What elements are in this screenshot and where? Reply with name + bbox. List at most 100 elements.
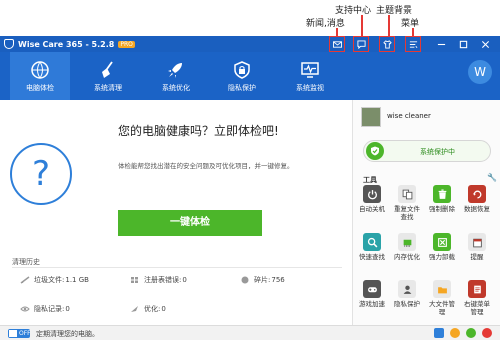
tool-label: 内存优化 (394, 253, 420, 261)
schedule-toggle[interactable]: OFF (8, 329, 31, 338)
reminder-icon (468, 233, 486, 251)
shield-check-icon (366, 142, 384, 160)
protection-label: 系统保护中 (420, 148, 455, 156)
nav-tab-privacy[interactable]: 隐私保护 (212, 52, 272, 100)
chat-icon (356, 39, 366, 49)
minimize-icon (437, 43, 445, 45)
close-icon (481, 40, 489, 48)
stat-label: 隐私记录: (34, 305, 65, 313)
tool-duplicate-finder[interactable]: 重复文件 查找 (390, 185, 424, 221)
nav-tab-label: 电脑体检 (26, 84, 54, 92)
tool-reminder[interactable]: 提醒 (460, 233, 494, 261)
stat-junk-files: 垃圾文件: 1.1 GB (20, 275, 89, 285)
wechat-icon[interactable] (466, 328, 476, 338)
tool-large-file-manager[interactable]: 大文件管 理 (425, 280, 459, 316)
one-click-scan-button[interactable]: 一键体检 (118, 210, 262, 236)
nav-tab-label: 系统监视 (296, 84, 324, 92)
account-avatar[interactable]: W (468, 60, 492, 84)
stat-fragments: 碎片: 756 (240, 275, 285, 285)
stat-label: 碎片: (254, 276, 271, 284)
maximize-icon (459, 40, 467, 48)
tool-label: 游戏加速 (359, 300, 385, 308)
tool-label: 自动关机 (359, 205, 385, 213)
rocket-icon (168, 63, 182, 78)
tool-label: 数据恢复 (464, 205, 490, 213)
pro-badge: PRO (118, 40, 135, 48)
theme-button[interactable] (379, 36, 395, 52)
nav-tab-label: 系统清理 (94, 84, 122, 92)
junk-icon (20, 276, 30, 284)
weibo-icon[interactable] (482, 328, 492, 338)
tool-memory-optimize[interactable]: 内存优化 (390, 233, 424, 261)
tool-game-boost[interactable]: 游戏加速 (355, 280, 389, 308)
mail-icon (332, 40, 342, 48)
nav-tab-checkup[interactable]: 电脑体检 (10, 52, 70, 100)
stat-label: 注册表错误: (144, 276, 182, 284)
uninstall-icon (433, 233, 451, 251)
fragment-icon (241, 276, 249, 284)
shirt-icon (382, 39, 392, 49)
nav-tab-cleaner[interactable]: 系统清理 (78, 52, 138, 100)
trash-icon (433, 185, 451, 203)
globe-check-icon (31, 61, 49, 79)
stat-label: 优化: (144, 305, 161, 313)
support-button[interactable] (353, 36, 369, 52)
chat-bubble-icon[interactable] (434, 328, 444, 338)
menu-button[interactable] (405, 36, 421, 52)
stat-privacy-records: 隐私记录: 0 (20, 304, 70, 314)
registry-icon (131, 277, 138, 283)
tool-data-recovery[interactable]: 数据恢复 (460, 185, 494, 213)
large-file-icon (433, 280, 451, 298)
user-name: wise cleaner (387, 112, 431, 120)
protection-status[interactable]: 系统保护中 (363, 140, 491, 162)
menu-icon (409, 40, 417, 48)
annotation-leader-theme (388, 15, 390, 37)
data-recovery-icon (468, 185, 486, 203)
question-mark-icon: ? (10, 143, 72, 205)
tools-title: 工具 (363, 176, 377, 184)
checkup-panel: ? 您的电脑健康吗？立即体检吧! 体检能帮您找出潜在的安全问题及可优化项目，并一… (0, 100, 352, 325)
tool-label: 大文件管 理 (429, 300, 455, 316)
eye-icon (20, 306, 30, 312)
tool-label: 重复文件 查找 (394, 205, 420, 221)
schedule-text: 定期清理您的电脑。 (36, 330, 99, 338)
nav-tab-monitor[interactable]: 系统监视 (280, 52, 340, 100)
tool-force-uninstall[interactable]: 强力卸载 (425, 233, 459, 261)
history-divider (12, 267, 342, 268)
history-title: 清理历史 (12, 258, 40, 266)
tool-force-delete[interactable]: 强制删除 (425, 185, 459, 213)
annotation-news-label: 新闻,消息 (306, 19, 345, 29)
maximize-button[interactable] (456, 37, 470, 51)
broom-icon (102, 61, 113, 78)
stat-registry-errors: 注册表错误: 0 (130, 275, 187, 285)
optimize-icon (131, 306, 138, 312)
stat-value: 0 (65, 305, 70, 313)
close-button[interactable] (478, 37, 492, 51)
search-icon (363, 233, 381, 251)
nav-tab-label: 隐私保护 (228, 84, 256, 92)
tool-quick-search[interactable]: 快速查找 (355, 233, 389, 261)
stat-value: 0 (161, 305, 166, 313)
power-icon (363, 185, 381, 203)
tool-context-menu-manager[interactable]: 右键菜单 管理 (460, 280, 494, 316)
annotation-strip: 新闻,消息 支持中心 主题背景 菜单 (0, 0, 500, 37)
tool-privacy-protect[interactable]: 隐私保护 (390, 280, 424, 308)
context-menu-icon (468, 280, 486, 298)
minimize-button[interactable] (434, 37, 448, 51)
tool-auto-shutdown[interactable]: 自动关机 (355, 185, 389, 213)
right-sidebar: wise cleaner 系统保护中 工具 🔧 自动关机 重复文件 查找 强制删… (352, 100, 500, 325)
gamepad-icon (363, 280, 381, 298)
main-nav: 电脑体检 系统清理 系统优化 隐私保护 系统监视 (0, 52, 500, 100)
user-avatar[interactable] (361, 107, 381, 127)
stat-optimizations: 优化: 0 (130, 304, 166, 314)
privacy-icon (398, 280, 416, 298)
lock-icon (234, 61, 250, 79)
nav-tab-optimize[interactable]: 系统优化 (146, 52, 206, 100)
thumbs-up-icon[interactable] (450, 328, 460, 338)
annotation-leader-support (361, 15, 363, 37)
toggle-state: OFF (19, 330, 31, 337)
tool-label: 隐私保护 (394, 300, 420, 308)
tool-label: 右键菜单 管理 (464, 300, 490, 316)
news-button[interactable] (329, 36, 345, 52)
wrench-icon[interactable]: 🔧 (487, 174, 497, 182)
